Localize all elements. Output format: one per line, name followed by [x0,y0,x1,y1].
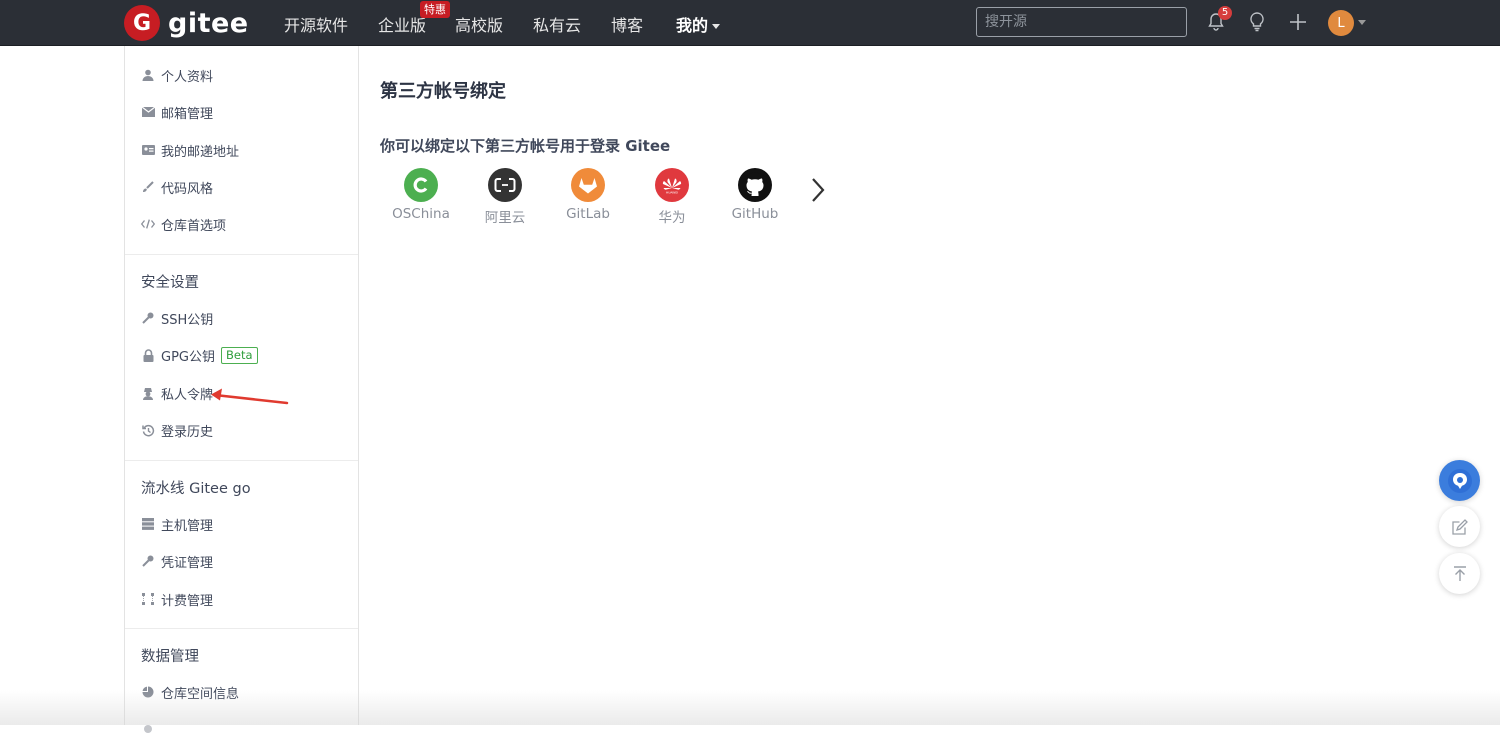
provider-label: 阿里云 [484,210,526,226]
envelope-icon [141,105,155,119]
brush-icon [141,180,155,194]
sidebar-item-label: 邮箱管理 [161,106,214,122]
logo-mark: G [124,5,160,41]
sidebar-item-login-history[interactable]: 登录历史 [141,420,213,440]
nodes-icon [141,592,155,606]
provider-oschina[interactable]: OSChina [381,168,461,222]
sidebar-item-gpg-keys[interactable]: GPG公钥 Beta [141,345,258,365]
avatar-chevron-down-icon[interactable] [1358,20,1366,25]
data-section-title: 数据管理 [141,649,199,665]
nav-enterprise[interactable]: 企业版 [378,12,426,36]
sidebar-item-label: 我的邮递地址 [161,144,240,160]
sidebar-item-label: 凭证管理 [161,555,214,571]
id-card-icon [141,143,155,157]
key-icon [141,554,155,568]
sidebar-item-label: 仓库空间信息 [161,686,240,702]
sidebar-item-label: GPG公钥 [161,349,215,365]
code-icon [141,217,155,231]
security-section-title: 安全设置 [141,275,199,291]
nav-blog[interactable]: 博客 [611,12,643,36]
search-input[interactable] [976,7,1187,37]
sidebar-item-partial[interactable] [141,719,161,739]
logo-text: gitee [168,7,249,39]
edit-icon [1451,518,1468,535]
nav-private-cloud[interactable]: 私有云 [533,12,581,36]
chevron-down-icon [712,24,721,29]
pipeline-section-title: 流水线 Gitee go [141,481,251,497]
sidebar-item-hosts[interactable]: 主机管理 [141,514,213,534]
sidebar-item-private-tokens[interactable]: 私人令牌 [141,383,213,403]
sidebar-item-email[interactable]: 邮箱管理 [141,102,213,122]
divider [125,460,358,461]
divider [125,254,358,255]
server-icon [141,517,155,531]
nav-mine-label: 我的 [676,16,709,35]
plus-icon[interactable] [1286,10,1310,34]
nav-open-source[interactable]: 开源软件 [284,12,348,36]
divider [125,628,358,629]
bind-subtitle: 你可以绑定以下第三方帐号用于登录 Gitee [380,137,671,155]
gitee-logo[interactable]: G gitee [124,5,249,41]
provider-label: GitLab [566,206,610,222]
page-title: 第三方帐号绑定 [380,81,506,102]
lock-icon [141,348,155,362]
sidebar-item-label: 仓库首选项 [161,218,227,234]
sidebar-item-label: 个人资料 [161,69,214,85]
provider-gitlab[interactable]: GitLab [548,168,628,222]
assistant-icon [1447,468,1472,493]
sidebar-item-label: 计费管理 [161,593,214,609]
sidebar-item-code-style[interactable]: 代码风格 [141,177,213,197]
nav-mine[interactable]: 我的 [676,12,721,36]
sidebar-item-ssh-keys[interactable]: SSH公钥 [141,308,213,328]
oschina-icon [404,168,438,202]
github-icon [738,168,772,202]
svg-text:HUAWEI: HUAWEI [666,191,678,195]
aliyun-icon [488,168,522,202]
feedback-button[interactable] [1439,506,1480,547]
beta-badge: Beta [221,346,258,364]
lightbulb-icon[interactable] [1245,10,1269,34]
pie-chart-icon [141,685,155,699]
user-icon [141,68,155,82]
history-icon [141,423,155,437]
sidebar-item-profile[interactable]: 个人资料 [141,65,213,85]
provider-aliyun[interactable]: 阿里云 [465,168,545,226]
sidebar-item-repo-storage[interactable]: 仓库空间信息 [141,682,239,702]
provider-label: OSChina [392,206,450,222]
gitlab-icon [571,168,605,202]
sidebar-item-label: 登录历史 [161,424,214,440]
sidebar-item-address[interactable]: 我的邮递地址 [141,140,239,160]
nav-education[interactable]: 高校版 [455,12,503,36]
arrow-up-icon [1453,565,1466,581]
provider-github[interactable]: GitHub [715,168,795,222]
promo-badge: 特惠 [420,1,450,18]
sidebar-item-credentials[interactable]: 凭证管理 [141,551,213,571]
provider-label: GitHub [731,206,779,222]
avatar[interactable]: L [1328,10,1354,36]
huawei-icon: HUAWEI [655,168,689,202]
user-secret-icon [141,386,155,400]
sidebar-item-repo-preferences[interactable]: 仓库首选项 [141,214,226,234]
top-navbar: G gitee 开源软件 企业版 特惠 高校版 私有云 博客 我的 5 L [0,0,1500,46]
provider-huawei[interactable]: HUAWEI 华为 [632,168,712,226]
back-to-top-button[interactable] [1439,553,1480,594]
provider-label: 华为 [658,210,686,226]
sidebar-item-label: 代码风格 [161,181,214,197]
key-icon [141,311,155,325]
sidebar-item-billing[interactable]: 计费管理 [141,589,213,609]
chevron-right-icon[interactable] [808,176,828,204]
assistant-button[interactable] [1439,460,1480,501]
annotation-arrow [211,388,289,405]
notification-badge: 5 [1218,6,1232,20]
sidebar-item-label: 主机管理 [161,518,214,534]
gear-icon [141,722,155,736]
sidebar-item-label: SSH公钥 [161,312,214,328]
